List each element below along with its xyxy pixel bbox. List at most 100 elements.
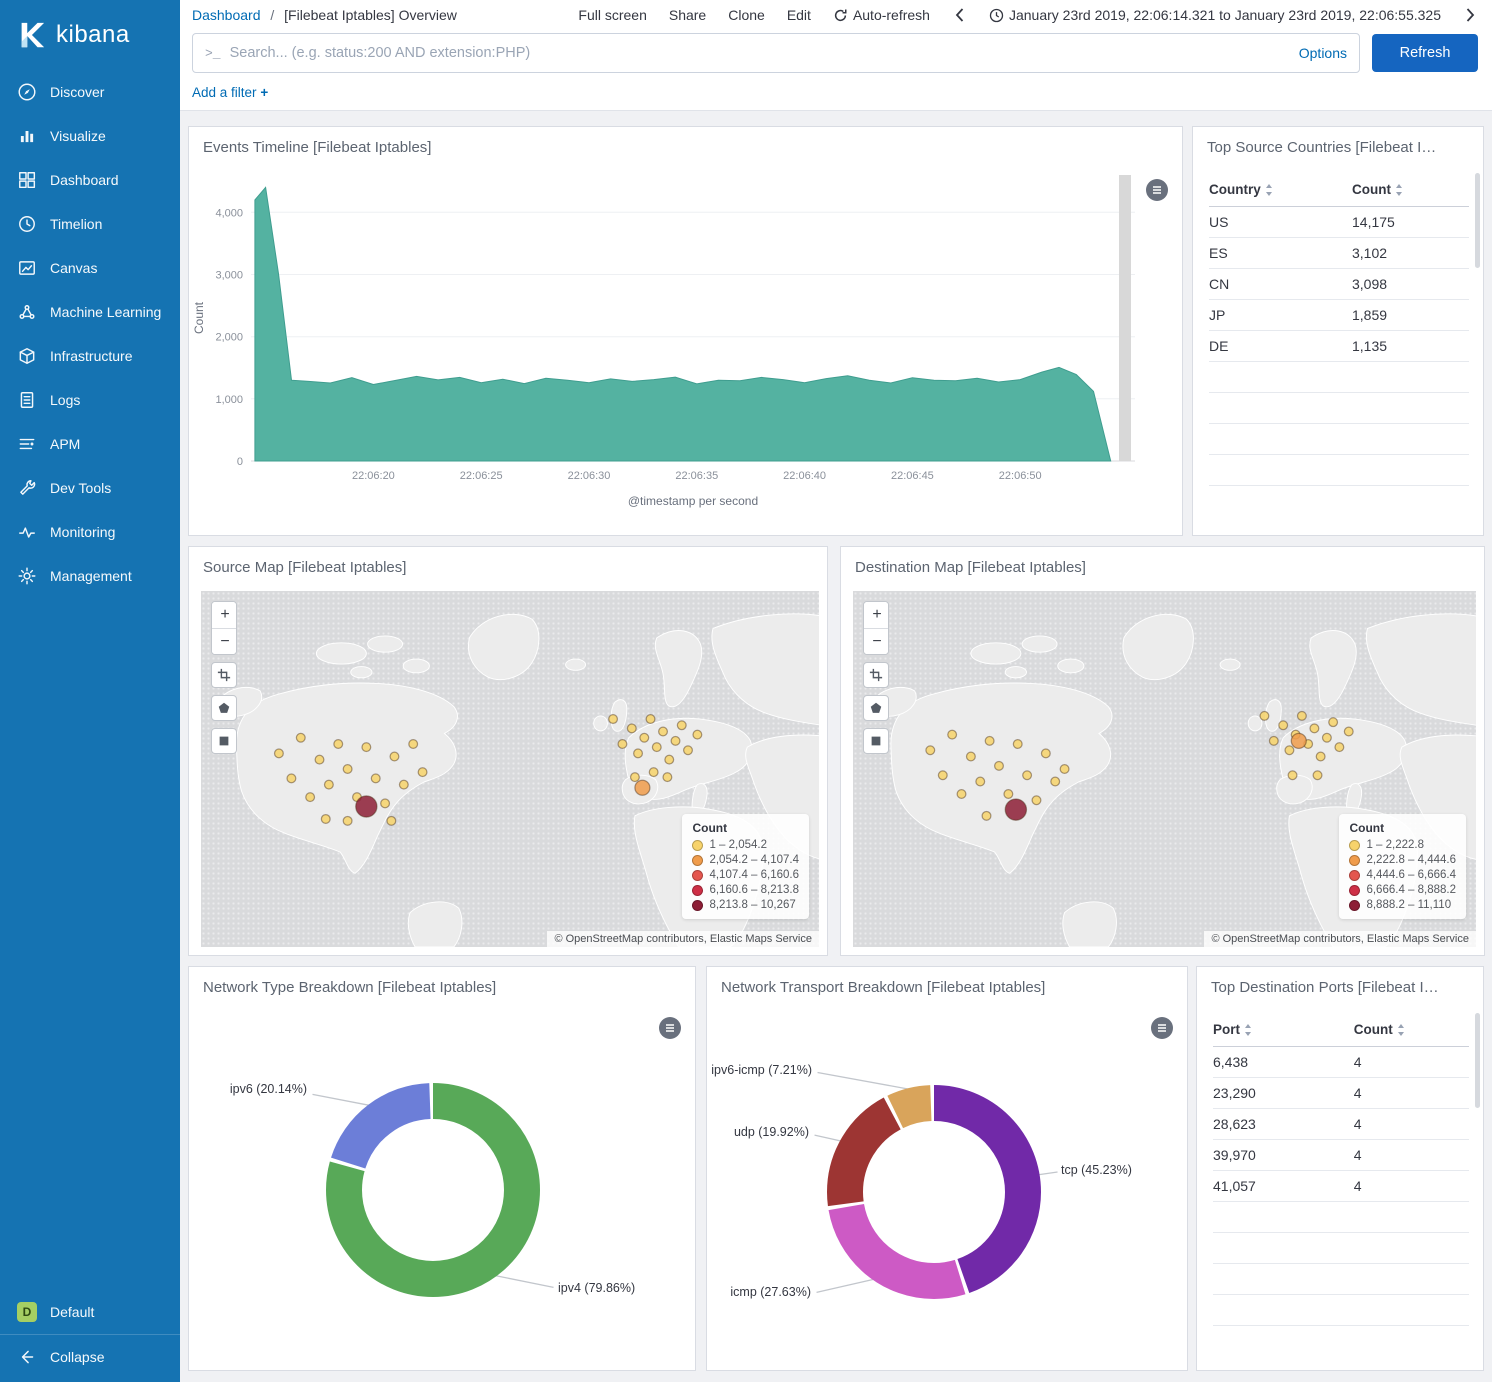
map-marker-yellow[interactable] xyxy=(409,740,418,749)
map-marker-yellow[interactable] xyxy=(1285,746,1294,755)
map-marker-yellow[interactable] xyxy=(1323,733,1332,742)
zoom-in-button[interactable]: + xyxy=(864,602,889,628)
draw-rectangle-button[interactable] xyxy=(863,728,889,754)
map-marker-yellow[interactable] xyxy=(1032,796,1041,805)
sidebar-item-default-space[interactable]: D Default xyxy=(0,1290,180,1334)
column-header-count[interactable]: Count xyxy=(1354,1022,1469,1037)
menu-clone[interactable]: Clone xyxy=(728,7,765,23)
map-marker-yellow[interactable] xyxy=(618,740,627,749)
column-header-count[interactable]: Count xyxy=(1352,182,1469,197)
sidebar-item-machine-learning[interactable]: Machine Learning xyxy=(0,290,180,334)
map-marker-yellow[interactable] xyxy=(343,816,352,825)
map-marker-yellow[interactable] xyxy=(325,780,334,789)
map-marker-yellow[interactable] xyxy=(646,715,655,724)
map-marker-yellow[interactable] xyxy=(362,743,371,752)
map-marker-yellow[interactable] xyxy=(985,737,994,746)
map-marker-yellow[interactable] xyxy=(275,749,284,758)
column-header-country[interactable]: Country xyxy=(1209,182,1352,197)
sidebar-collapse-button[interactable]: Collapse xyxy=(0,1334,180,1378)
add-filter-link[interactable]: Add a filter + xyxy=(192,85,268,100)
map-marker-yellow[interactable] xyxy=(315,755,324,764)
map-marker-yellow[interactable] xyxy=(926,746,935,755)
sidebar-item-management[interactable]: Management xyxy=(0,554,180,598)
map-marker-yellow[interactable] xyxy=(948,730,957,739)
map-marker-yellow[interactable] xyxy=(1260,712,1269,721)
menu-full-screen[interactable]: Full screen xyxy=(578,7,646,23)
map-marker-yellow[interactable] xyxy=(659,727,668,736)
map-marker-yellow[interactable] xyxy=(418,768,427,777)
map-marker-yellow[interactable] xyxy=(1013,740,1022,749)
map-marker-orange[interactable] xyxy=(1291,733,1306,748)
breadcrumb-dashboard-link[interactable]: Dashboard xyxy=(192,7,261,23)
map-marker-yellow[interactable] xyxy=(381,799,390,808)
map-marker-yellow[interactable] xyxy=(1335,743,1344,752)
map-marker-yellow[interactable] xyxy=(1060,765,1069,774)
sidebar-item-monitoring[interactable]: Monitoring xyxy=(0,510,180,554)
map-marker-yellow[interactable] xyxy=(1023,771,1032,780)
map-marker-yellow[interactable] xyxy=(387,816,396,825)
sidebar-item-infrastructure[interactable]: Infrastructure xyxy=(0,334,180,378)
map-marker-yellow[interactable] xyxy=(976,777,985,786)
map-marker-yellow[interactable] xyxy=(938,771,947,780)
fit-bounds-button[interactable] xyxy=(863,662,889,688)
time-range-picker[interactable]: January 23rd 2019, 22:06:14.321 to Janua… xyxy=(989,7,1441,23)
map-marker-yellow[interactable] xyxy=(1269,737,1278,746)
options-link[interactable]: Options xyxy=(1299,45,1347,61)
map-marker-yellow[interactable] xyxy=(1329,718,1338,727)
scrollbar-thumb[interactable] xyxy=(1475,1013,1480,1108)
map-marker-yellow[interactable] xyxy=(1279,721,1288,730)
sidebar-item-discover[interactable]: Discover xyxy=(0,70,180,114)
map-marker-yellow[interactable] xyxy=(609,715,618,724)
sidebar-item-canvas[interactable]: Canvas xyxy=(0,246,180,290)
map-marker-orange[interactable] xyxy=(635,780,650,795)
kibana-logo[interactable]: kibana xyxy=(0,0,180,70)
map-marker-yellow[interactable] xyxy=(399,780,408,789)
map-marker-yellow[interactable] xyxy=(1298,712,1307,721)
map-marker-dark_red[interactable] xyxy=(356,796,377,817)
map-marker-yellow[interactable] xyxy=(1344,727,1353,736)
map-marker-yellow[interactable] xyxy=(652,743,661,752)
time-back-button[interactable] xyxy=(952,5,967,25)
map-marker-yellow[interactable] xyxy=(684,746,693,755)
map-marker-yellow[interactable] xyxy=(390,752,399,761)
scrollbar-thumb[interactable] xyxy=(1475,173,1480,268)
legend-toggle-button[interactable] xyxy=(1151,1017,1173,1039)
map-marker-yellow[interactable] xyxy=(1004,790,1013,799)
fit-bounds-button[interactable] xyxy=(211,662,237,688)
map-marker-yellow[interactable] xyxy=(371,774,380,783)
map-marker-yellow[interactable] xyxy=(1041,749,1050,758)
map-marker-yellow[interactable] xyxy=(967,752,976,761)
map-marker-yellow[interactable] xyxy=(1316,752,1325,761)
zoom-out-button[interactable]: − xyxy=(212,628,237,654)
column-header-port[interactable]: Port xyxy=(1213,1022,1354,1037)
map-marker-yellow[interactable] xyxy=(665,755,674,764)
map-marker-yellow[interactable] xyxy=(957,790,966,799)
map-marker-yellow[interactable] xyxy=(334,740,343,749)
draw-polygon-button[interactable] xyxy=(211,695,237,721)
time-forward-button[interactable] xyxy=(1463,5,1478,25)
map-marker-yellow[interactable] xyxy=(693,730,702,739)
map-marker-yellow[interactable] xyxy=(677,721,686,730)
menu-edit[interactable]: Edit xyxy=(787,7,811,23)
map-marker-yellow[interactable] xyxy=(287,774,296,783)
map-marker-yellow[interactable] xyxy=(1288,771,1297,780)
search-input[interactable] xyxy=(230,45,1290,61)
auto-refresh-button[interactable]: Auto-refresh xyxy=(833,7,930,23)
map-marker-yellow[interactable] xyxy=(634,749,643,758)
network-type-donut[interactable] xyxy=(283,1040,583,1340)
draw-rectangle-button[interactable] xyxy=(211,728,237,754)
sidebar-item-apm[interactable]: APM xyxy=(0,422,180,466)
map-marker-yellow[interactable] xyxy=(321,815,330,824)
legend-toggle-button[interactable] xyxy=(659,1017,681,1039)
map-marker-yellow[interactable] xyxy=(663,773,672,782)
sidebar-item-timelion[interactable]: Timelion xyxy=(0,202,180,246)
menu-share[interactable]: Share xyxy=(669,7,706,23)
map-marker-yellow[interactable] xyxy=(627,724,636,733)
zoom-out-button[interactable]: − xyxy=(864,628,889,654)
map-marker-yellow[interactable] xyxy=(1310,724,1319,733)
events-timeline-chart[interactable]: 01,0002,0003,0004,00022:06:2022:06:2522:… xyxy=(189,163,1183,528)
map-marker-yellow[interactable] xyxy=(640,733,649,742)
map-marker-yellow[interactable] xyxy=(671,737,680,746)
sidebar-item-visualize[interactable]: Visualize xyxy=(0,114,180,158)
sidebar-item-dev-tools[interactable]: Dev Tools xyxy=(0,466,180,510)
